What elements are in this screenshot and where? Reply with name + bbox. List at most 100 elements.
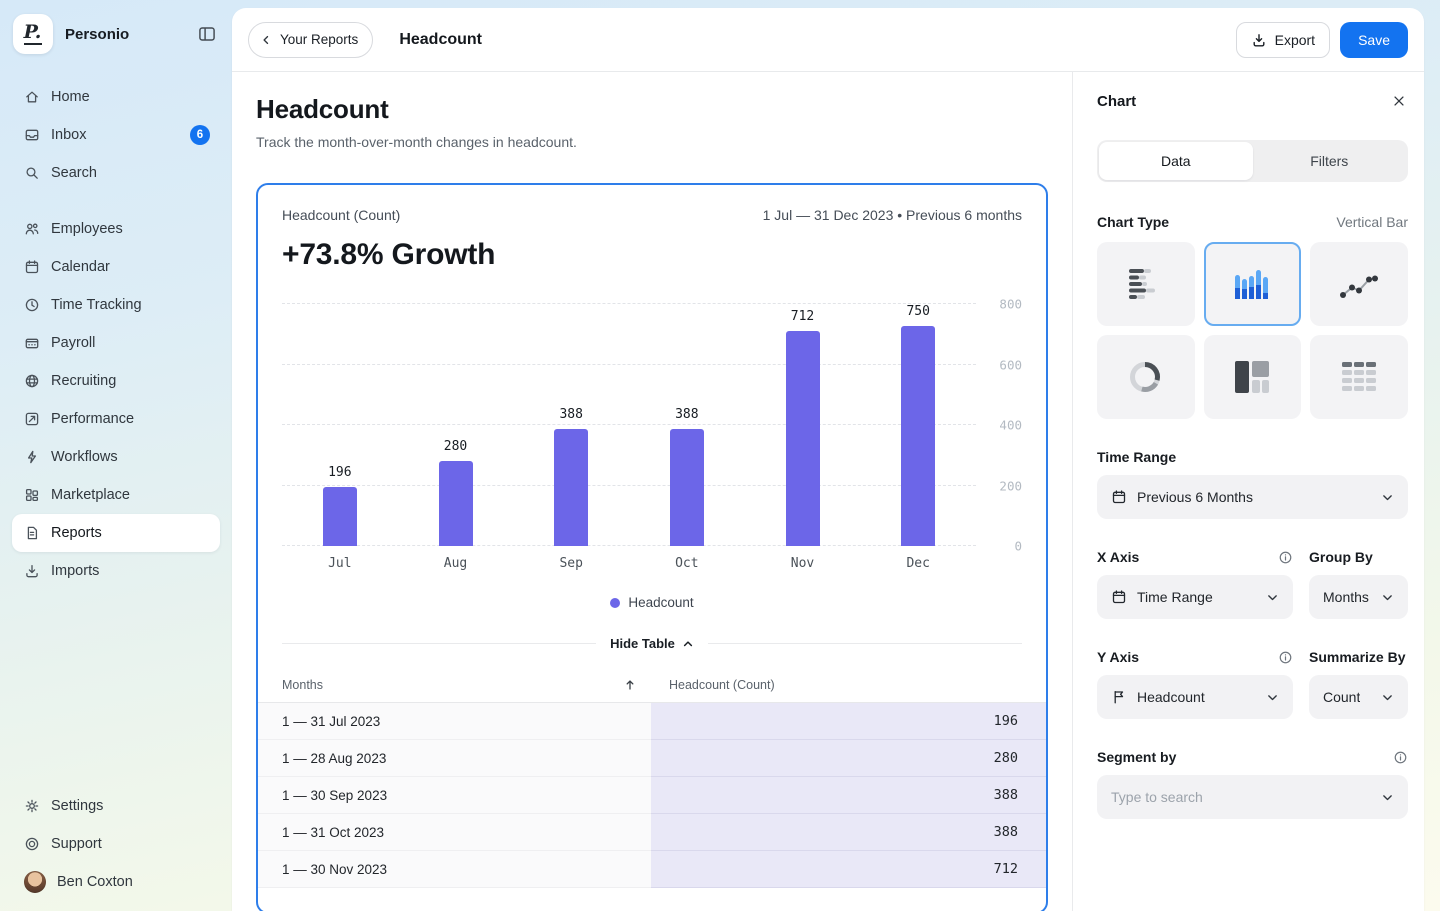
sidebar-item-label: Reports: [51, 525, 210, 541]
info-icon[interactable]: [1393, 750, 1408, 765]
support-icon: [24, 836, 40, 852]
chart-type-treemap[interactable]: [1204, 335, 1302, 419]
summarize-by-select[interactable]: Count: [1309, 675, 1408, 719]
info-icon[interactable]: [1278, 550, 1293, 565]
sidebar-item-home[interactable]: Home: [12, 78, 220, 116]
sidebar-item-performance[interactable]: Performance: [12, 400, 220, 438]
chevron-left-icon: [260, 34, 272, 46]
chart-widget[interactable]: Headcount (Count) 1 Jul — 31 Dec 2023 • …: [256, 183, 1048, 911]
x-axis-value: Time Range: [1137, 589, 1213, 605]
sidebar-item-payroll[interactable]: Payroll: [12, 324, 220, 362]
sort-ascending-icon[interactable]: [623, 678, 637, 692]
bar-value-label: 388: [675, 407, 698, 422]
group-by-select[interactable]: Months: [1309, 575, 1408, 619]
sidebar-item-support[interactable]: Support: [12, 825, 220, 863]
sidebar-item-user[interactable]: Ben Coxton: [12, 863, 220, 901]
table-row: 1 — 31 Oct 2023388: [258, 814, 1046, 851]
chevron-down-icon: [1266, 591, 1279, 604]
calendar-icon: [24, 259, 40, 275]
table-cell-value: 196: [651, 703, 1046, 740]
group-by-label: Group By: [1309, 549, 1373, 565]
sidebar-item-settings[interactable]: Settings: [12, 787, 220, 825]
table-cell-month: 1 — 30 Nov 2023: [258, 851, 651, 888]
x-axis-label: Oct: [629, 556, 745, 571]
sidebar-item-label: Support: [51, 836, 210, 852]
x-axis-label: Nov: [745, 556, 861, 571]
close-icon[interactable]: [1390, 92, 1408, 110]
chart-type-horizontal-bar[interactable]: [1097, 242, 1195, 326]
data-table: Months Headcount (Count) 1 — 31 Jul 2023…: [258, 667, 1046, 888]
x-axis-select[interactable]: Time Range: [1097, 575, 1293, 619]
chart-type-line[interactable]: [1310, 242, 1408, 326]
back-to-your-reports-button[interactable]: Your Reports: [248, 22, 373, 58]
table-row: 1 — 28 Aug 2023280: [258, 740, 1046, 777]
save-button[interactable]: Save: [1340, 22, 1408, 58]
inbox-badge: 6: [190, 125, 210, 145]
segment-by-search-select[interactable]: Type to search: [1097, 775, 1408, 819]
clock-icon: [24, 297, 40, 313]
chart-type-label: Chart Type: [1097, 214, 1169, 230]
chart-legend: Headcount: [282, 595, 1022, 610]
info-icon[interactable]: [1278, 650, 1293, 665]
sidebar-item-label: Payroll: [51, 335, 210, 351]
chart-type-value: Vertical Bar: [1336, 214, 1408, 230]
sidebar-item-inbox[interactable]: Inbox6: [12, 116, 220, 154]
panel-title: Chart: [1097, 93, 1136, 110]
calendar-icon: [1111, 589, 1127, 605]
bar-dec[interactable]: [901, 326, 935, 546]
sidebar-item-marketplace[interactable]: Marketplace: [12, 476, 220, 514]
chart-type-donut[interactable]: [1097, 335, 1195, 419]
x-axis-label: Sep: [513, 556, 629, 571]
sidebar-item-workflows[interactable]: Workflows: [12, 438, 220, 476]
sidebar-item-employees[interactable]: Employees: [12, 210, 220, 248]
sidebar-item-calendar[interactable]: Calendar: [12, 248, 220, 286]
y-axis-tick: 200: [999, 478, 1022, 493]
sidebar-item-time-tracking[interactable]: Time Tracking: [12, 286, 220, 324]
sidebar-item-imports[interactable]: Imports: [12, 552, 220, 590]
tab-data[interactable]: Data: [1099, 142, 1253, 180]
donut-chart-icon: [1127, 359, 1165, 395]
personio-logo: P.: [13, 14, 53, 54]
bar-nov[interactable]: [786, 331, 820, 546]
chart-type-table[interactable]: [1310, 335, 1408, 419]
y-axis-select[interactable]: Headcount: [1097, 675, 1293, 719]
bar-column: 196: [282, 304, 398, 546]
hide-table-button[interactable]: Hide Table: [606, 636, 698, 651]
bar-aug[interactable]: [439, 461, 473, 546]
user-avatar: [24, 871, 46, 893]
bar-jul[interactable]: [323, 487, 357, 546]
search-icon: [24, 165, 40, 181]
time-range-select[interactable]: Previous 6 Months: [1097, 475, 1408, 519]
tab-filters[interactable]: Filters: [1253, 142, 1407, 180]
home-icon: [24, 89, 40, 105]
sidebar-item-search[interactable]: Search: [12, 154, 220, 192]
sidebar-header: P. Personio: [12, 12, 220, 56]
sidebar-item-recruiting[interactable]: Recruiting: [12, 362, 220, 400]
bar-sep[interactable]: [554, 429, 588, 546]
horizontal-bar-chart-icon: [1127, 266, 1165, 302]
chart-type-vertical-bar[interactable]: [1204, 242, 1302, 326]
sidebar-item-label: Settings: [51, 798, 210, 814]
sidebar-item-label: Employees: [51, 221, 210, 237]
bar-column: 280: [398, 304, 514, 546]
flag-icon: [1111, 689, 1127, 705]
chevron-up-icon: [682, 638, 694, 650]
table-cell-month: 1 — 31 Jul 2023: [258, 703, 651, 740]
settings-icon: [24, 798, 40, 814]
sidebar-item-label: Home: [51, 89, 210, 105]
x-axis-labels: JulAugSepOctNovDec: [282, 556, 976, 571]
growth-value: +73.8% Growth: [282, 238, 1022, 272]
treemap-chart-icon: [1233, 359, 1271, 395]
export-button[interactable]: Export: [1236, 22, 1330, 58]
table-cell-month: 1 — 31 Oct 2023: [258, 814, 651, 851]
table-cell-value: 388: [651, 814, 1046, 851]
report-topbar: Your Reports Headcount Export Save: [232, 8, 1424, 72]
bar-oct[interactable]: [670, 429, 704, 546]
workflows-icon: [24, 449, 40, 465]
bar-chart: 8006004002000196280388388712750: [282, 304, 1022, 546]
sidebar-collapse-icon[interactable]: [196, 23, 218, 45]
table-chart-icon: [1340, 359, 1378, 395]
chevron-down-icon: [1266, 691, 1279, 704]
sidebar-item-reports[interactable]: Reports: [12, 514, 220, 552]
x-axis-label: X Axis: [1097, 549, 1139, 565]
